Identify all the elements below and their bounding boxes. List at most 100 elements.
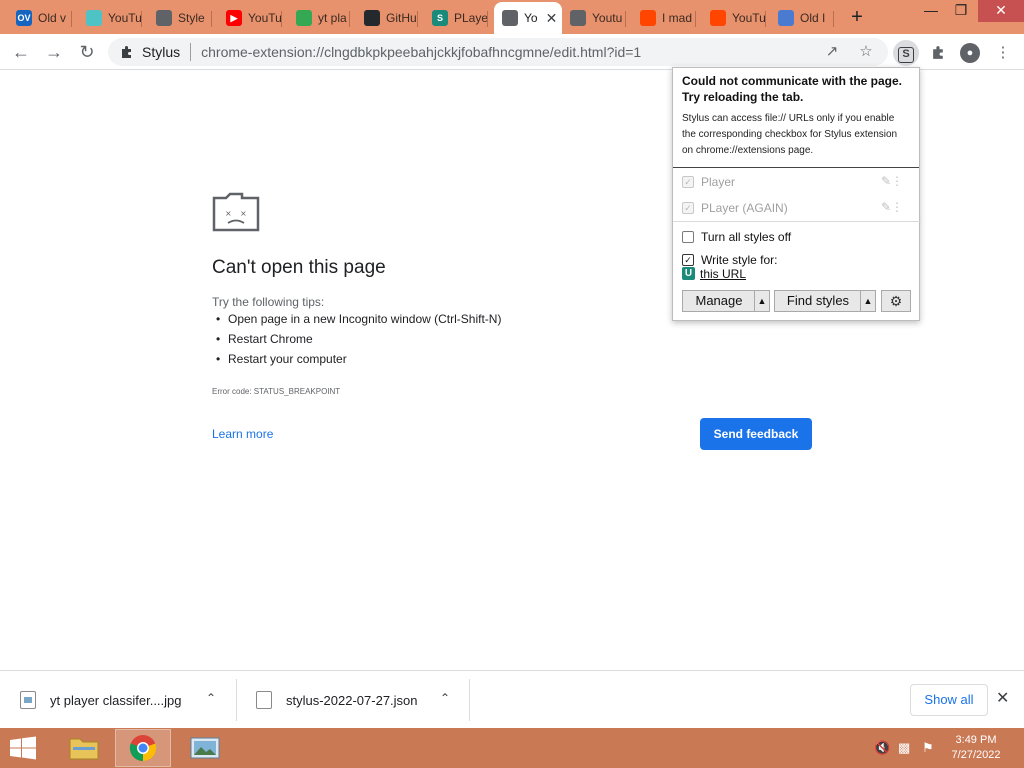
tab-label: YouTu (248, 11, 282, 25)
browser-tab[interactable]: YouTu (702, 4, 766, 32)
shelf-divider (469, 679, 470, 721)
address-bar[interactable]: Stylus chrome-extension://clngdbkpkpeeba… (108, 38, 888, 66)
manage-button[interactable]: Manage (682, 290, 756, 312)
learn-more-link[interactable]: Learn more (212, 427, 273, 441)
download-shelf: yt player classifer....jpg ⌃ stylus-2022… (0, 670, 1024, 728)
kebab-menu-icon[interactable]: ⋮ (891, 200, 903, 214)
browser-tab[interactable]: YouTu (78, 4, 142, 32)
omnibox-divider (190, 43, 192, 61)
url-text[interactable]: chrome-extension://clngdbkpkpeebahjckkjf… (201, 44, 641, 60)
download-item[interactable]: stylus-2022-07-27.json ⌃ (256, 679, 466, 721)
taskbar-clock[interactable]: 3:49 PM 7/27/2022 (940, 733, 1012, 763)
tip-item: • Open page in a new Incognito window (Ct… (216, 312, 502, 326)
style-checkbox[interactable]: ✓ (682, 176, 694, 188)
turn-all-off-checkbox[interactable] (682, 231, 694, 243)
close-window-button[interactable]: ✕ (978, 0, 1024, 22)
pencil-icon[interactable]: ✎ (881, 174, 891, 188)
windows-start-icon[interactable] (8, 736, 38, 760)
browser-tab[interactable]: Youtu (562, 4, 626, 32)
warning-body: Stylus can access file:// URLs only if y… (682, 113, 898, 156)
new-tab-button[interactable]: + (846, 6, 868, 28)
face-icon (86, 10, 102, 26)
tab-label: Style (178, 11, 205, 25)
reload-button[interactable]: ↻ (74, 40, 100, 66)
volume-muted-icon[interactable]: 🔇 (874, 740, 890, 756)
forward-button[interactable]: → (41, 40, 67, 66)
manage-menu-arrow[interactable]: ▲ (754, 290, 770, 312)
profile-avatar[interactable]: ● (960, 43, 980, 63)
tab-label: yt pla (318, 11, 347, 25)
flag-alert-icon[interactable]: ⚑ (922, 740, 934, 756)
pencil-icon[interactable]: ✎ (881, 200, 891, 214)
browser-tab[interactable]: Old I (770, 4, 834, 32)
share-icon[interactable]: ↗ (820, 38, 844, 66)
write-style-checkbox[interactable]: ✓ (682, 254, 694, 266)
maximize-button[interactable]: ❐ (946, 0, 976, 22)
bookmark-star-icon[interactable]: ☆ (854, 38, 878, 66)
this-url-link[interactable]: this URL (700, 267, 746, 281)
stylus-extension-button[interactable]: S (893, 40, 919, 66)
close-tab-icon[interactable]: ✕ (546, 10, 558, 27)
style-entry[interactable]: ✓ PLayer (AGAIN) ✎ ⋮ (673, 195, 921, 221)
find-styles-button[interactable]: Find styles (774, 290, 862, 312)
browser-tab[interactable]: Style (148, 4, 212, 32)
folder-icon (69, 738, 99, 760)
url-badge-icon: U (682, 267, 695, 280)
sad-tab-icon (502, 10, 518, 26)
browser-tab[interactable]: I mad (632, 4, 696, 32)
extensions-puzzle-button[interactable] (925, 40, 951, 66)
download-filename: yt player classifer....jpg (50, 692, 182, 708)
sad-tab-icon (156, 10, 172, 26)
browser-tab[interactable]: yt pla (288, 4, 350, 32)
error-title: Can't open this page (212, 257, 386, 278)
download-item[interactable]: yt player classifer....jpg ⌃ (20, 679, 230, 721)
browser-tab[interactable]: GitHu (356, 4, 418, 32)
tab-separator (695, 11, 696, 27)
photos-taskbar-button[interactable] (177, 729, 233, 767)
youtube-icon: ▶ (226, 10, 242, 26)
tab-strip: OV Old v YouTu Style ▶ YouTu yt pla GitHu S PLaye… (0, 0, 1024, 34)
chrome-taskbar-button[interactable] (115, 729, 171, 767)
find-styles-menu-arrow[interactable]: ▲ (860, 290, 876, 312)
drive-icon (296, 10, 312, 26)
back-button[interactable]: ← (8, 40, 34, 66)
network-icon[interactable]: ▩ (898, 740, 910, 756)
style-entry[interactable]: ✓ Player ✎ ⋮ (673, 169, 921, 195)
send-feedback-button[interactable]: Send feedback (700, 418, 812, 450)
tab-separator (625, 11, 626, 27)
extension-label: Stylus (142, 44, 181, 60)
sad-tab-icon (570, 10, 586, 26)
chevron-up-icon[interactable]: ⌃ (440, 691, 450, 705)
browser-tab[interactable]: OV Old v (8, 4, 72, 32)
shelf-divider (236, 679, 237, 721)
tab-separator (349, 11, 350, 27)
tab-label: Youtu (592, 11, 623, 25)
show-all-button[interactable]: Show all (910, 684, 988, 716)
file-icon (256, 691, 272, 709)
tip-item: • Restart Chrome (216, 332, 313, 346)
svg-text:×: × (225, 209, 232, 218)
minimize-button[interactable]: — (916, 0, 946, 22)
file-explorer-taskbar-button[interactable] (56, 729, 112, 767)
reddit-icon (640, 10, 656, 26)
reddit-icon (710, 10, 726, 26)
error-code: Error code: STATUS_BREAKPOINT (212, 387, 341, 396)
browser-tab[interactable]: S PLaye (424, 4, 488, 32)
write-style-label: Write style for: (701, 253, 778, 267)
stylus-icon: S (898, 47, 914, 63)
write-style-option[interactable]: ✓ Write style for: (682, 253, 777, 267)
browser-tab[interactable]: Yo ✕ (494, 2, 562, 34)
github-icon (364, 10, 380, 26)
chevron-up-icon[interactable]: ⌃ (206, 691, 216, 705)
browser-tab[interactable]: ▶ YouTu (218, 4, 282, 32)
chrome-menu-button[interactable]: ⋮ (990, 40, 1016, 66)
style-checkbox[interactable]: ✓ (682, 202, 694, 214)
tab-separator (765, 11, 766, 27)
gear-icon[interactable]: ⚙ (881, 290, 911, 312)
tab-label: I mad (662, 11, 693, 25)
kebab-menu-icon[interactable]: ⋮ (891, 174, 903, 188)
close-shelf-icon[interactable]: ✕ (996, 688, 1009, 708)
tab-label: YouTu (108, 11, 142, 25)
chrome-icon (129, 735, 157, 762)
turn-all-off-option[interactable]: Turn all styles off (682, 230, 791, 244)
